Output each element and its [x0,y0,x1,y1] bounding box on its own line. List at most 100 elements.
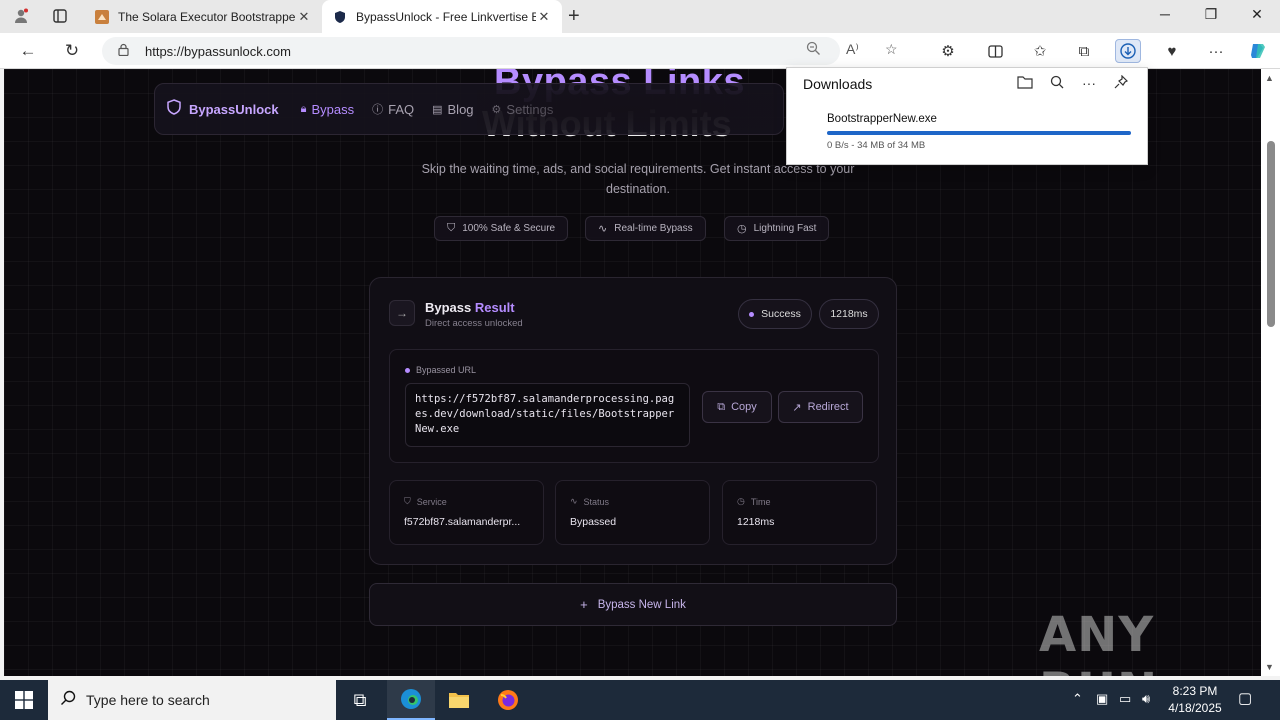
activity-icon: ∿ [570,496,578,506]
download-progress-bar [827,131,1131,135]
bypassed-url-panel: Bypassed URL https://f572bf87.salamander… [389,349,879,463]
tab-title: The Solara Executor Bootstrapper [118,9,296,24]
minimize-icon[interactable]: ─ [1150,6,1180,22]
anyrun-watermark: ANY RUN [1039,607,1157,676]
arrow-right-icon: → [389,300,415,326]
read-aloud-icon[interactable]: A⁾ [846,41,859,58]
scroll-up-icon[interactable]: ▲ [1265,73,1274,83]
clock-icon: ◷ [737,496,745,506]
tab-actions-icon[interactable] [47,4,73,28]
status-dot [749,311,755,317]
book-icon: ▤ [432,103,443,116]
search-icon[interactable] [1047,75,1067,92]
tab-title: BypassUnlock - Free Linkvertise B [356,9,536,24]
new-tab-button[interactable]: + [568,5,580,28]
feature-badge-fast: ◷ Lightning Fast [724,216,830,241]
scroll-down-icon[interactable]: ▼ [1265,662,1274,672]
nav-link-label: Settings [506,101,554,117]
address-bar: ← ↻ https://bypassunlock.com A⁾ ☆ ⚙ ✩ ⧉ … [0,33,1280,69]
bypass-result-card: → Bypass Result Direct access unlocked S… [369,277,897,565]
tab-bypassunlock[interactable]: BypassUnlock - Free Linkvertise B ✕ [322,0,562,33]
edge-icon[interactable] [387,680,435,720]
close-icon[interactable]: ✕ [536,9,552,25]
collections-icon[interactable]: ⧉ [1071,39,1097,63]
status-badge: Success [738,299,812,329]
file-explorer-icon[interactable] [435,680,483,720]
brand-logo[interactable]: BypassUnlock [167,99,279,119]
shield-icon: ⛉ [404,496,411,506]
firefox-icon[interactable] [484,680,532,720]
stat-value: f572bf87.salamanderpr... [404,516,521,528]
plus-icon: + [580,597,588,612]
taskbar-search[interactable]: Type here to search [48,680,336,720]
search-placeholder: Type here to search [86,692,210,708]
page-scrollbar[interactable]: ▲ ▼ [1261,69,1280,676]
nav-link-blog[interactable]: ▤ Blog [432,102,473,117]
stat-label-text: Service [416,496,447,507]
lock-icon: 🔒︎ [300,102,307,115]
stat-label: ◷ Time [737,496,771,507]
bypassed-url-text[interactable]: https://f572bf87.salamanderprocessing.pa… [405,383,690,447]
activity-icon: ∿ [598,223,608,235]
download-meta: 0 B/s - 34 MB of 34 MB [827,140,926,151]
external-link-icon: ↗ [792,401,802,414]
bypass-new-link-label: Bypass New Link [597,598,686,611]
network-icon[interactable]: ▭ [1119,691,1131,707]
scrollbar-thumb[interactable] [1267,141,1275,327]
more-options-icon[interactable]: ··· [1079,75,1099,91]
feature-badge-secure: ⛉ 100% Safe & Secure [434,216,569,241]
downloads-icon[interactable] [1115,39,1141,63]
downloads-title: Downloads [803,76,873,92]
task-view-icon[interactable]: ⧉ [336,680,384,720]
stat-label-text: Time [750,496,771,507]
clock-icon: ◷ [737,223,747,235]
bypass-new-link-button[interactable]: + Bypass New Link [369,583,897,626]
restore-icon[interactable]: ❐ [1196,6,1226,23]
shield-favicon-icon [332,9,348,25]
nav-link-label: FAQ [388,101,415,117]
redirect-button[interactable]: ↗ Redirect [778,391,863,423]
profile-icon[interactable] [8,4,34,28]
url-field[interactable]: https://bypassunlock.com [102,37,840,65]
refresh-icon[interactable]: ↻ [60,40,84,62]
close-icon[interactable]: ✕ [296,9,312,25]
stat-value: Bypassed [570,516,617,528]
card-title-main: Bypass [425,300,475,315]
favorite-star-icon[interactable]: ☆ [885,41,898,58]
open-folder-icon[interactable] [1015,75,1035,92]
taskbar-clock[interactable]: 8:23 PM 4/18/2025 [1164,683,1226,717]
more-menu-icon[interactable]: ··· [1203,39,1229,63]
shield-icon: ⛉ [447,222,456,234]
pin-icon[interactable] [1111,74,1131,92]
copilot-icon[interactable] [1245,39,1271,63]
nav-link-bypass[interactable]: 🔒︎ Bypass [301,102,355,117]
back-icon[interactable]: ← [16,40,40,62]
redirect-button-label: Redirect [807,401,849,413]
downloads-panel: Downloads ··· BootstrapperNew.exe 0 B/s … [786,67,1148,165]
nav-link-settings[interactable]: ⚙ Settings [492,102,554,117]
zoom-icon[interactable] [806,41,821,59]
copy-button[interactable]: ⧉ Copy [702,391,772,423]
tab-solara[interactable]: The Solara Executor Bootstrapper ✕ [84,0,322,33]
card-title-accent: Result [474,300,515,315]
clock-date: 4/18/2025 [1168,701,1222,715]
nav-link-label: Blog [447,101,474,117]
tray-device-icon[interactable]: ▣ [1096,691,1108,707]
favorites-icon[interactable]: ✩ [1027,39,1053,63]
shield-icon [167,99,181,119]
performance-icon[interactable]: ♥ [1159,39,1185,63]
download-filename[interactable]: BootstrapperNew.exe [827,113,937,125]
extensions-icon[interactable]: ⚙ [935,39,961,63]
windows-start-icon[interactable] [0,680,48,720]
notifications-icon[interactable]: ▢ [1238,689,1252,707]
nav-link-faq[interactable]: ⓘ FAQ [372,101,414,117]
split-screen-icon[interactable] [982,39,1008,63]
tray-chevron-icon[interactable]: ⌃ [1072,691,1083,707]
stat-label-text: Status [583,496,610,507]
help-circle-icon: ⓘ [372,104,384,116]
copy-icon: ⧉ [717,400,726,413]
window-close-icon[interactable]: ✕ [1242,6,1272,23]
brand-name: BypassUnlock [189,101,279,117]
volume-icon[interactable]: 🔊︎ [1142,691,1150,707]
card-title: Bypass Result [425,300,515,315]
